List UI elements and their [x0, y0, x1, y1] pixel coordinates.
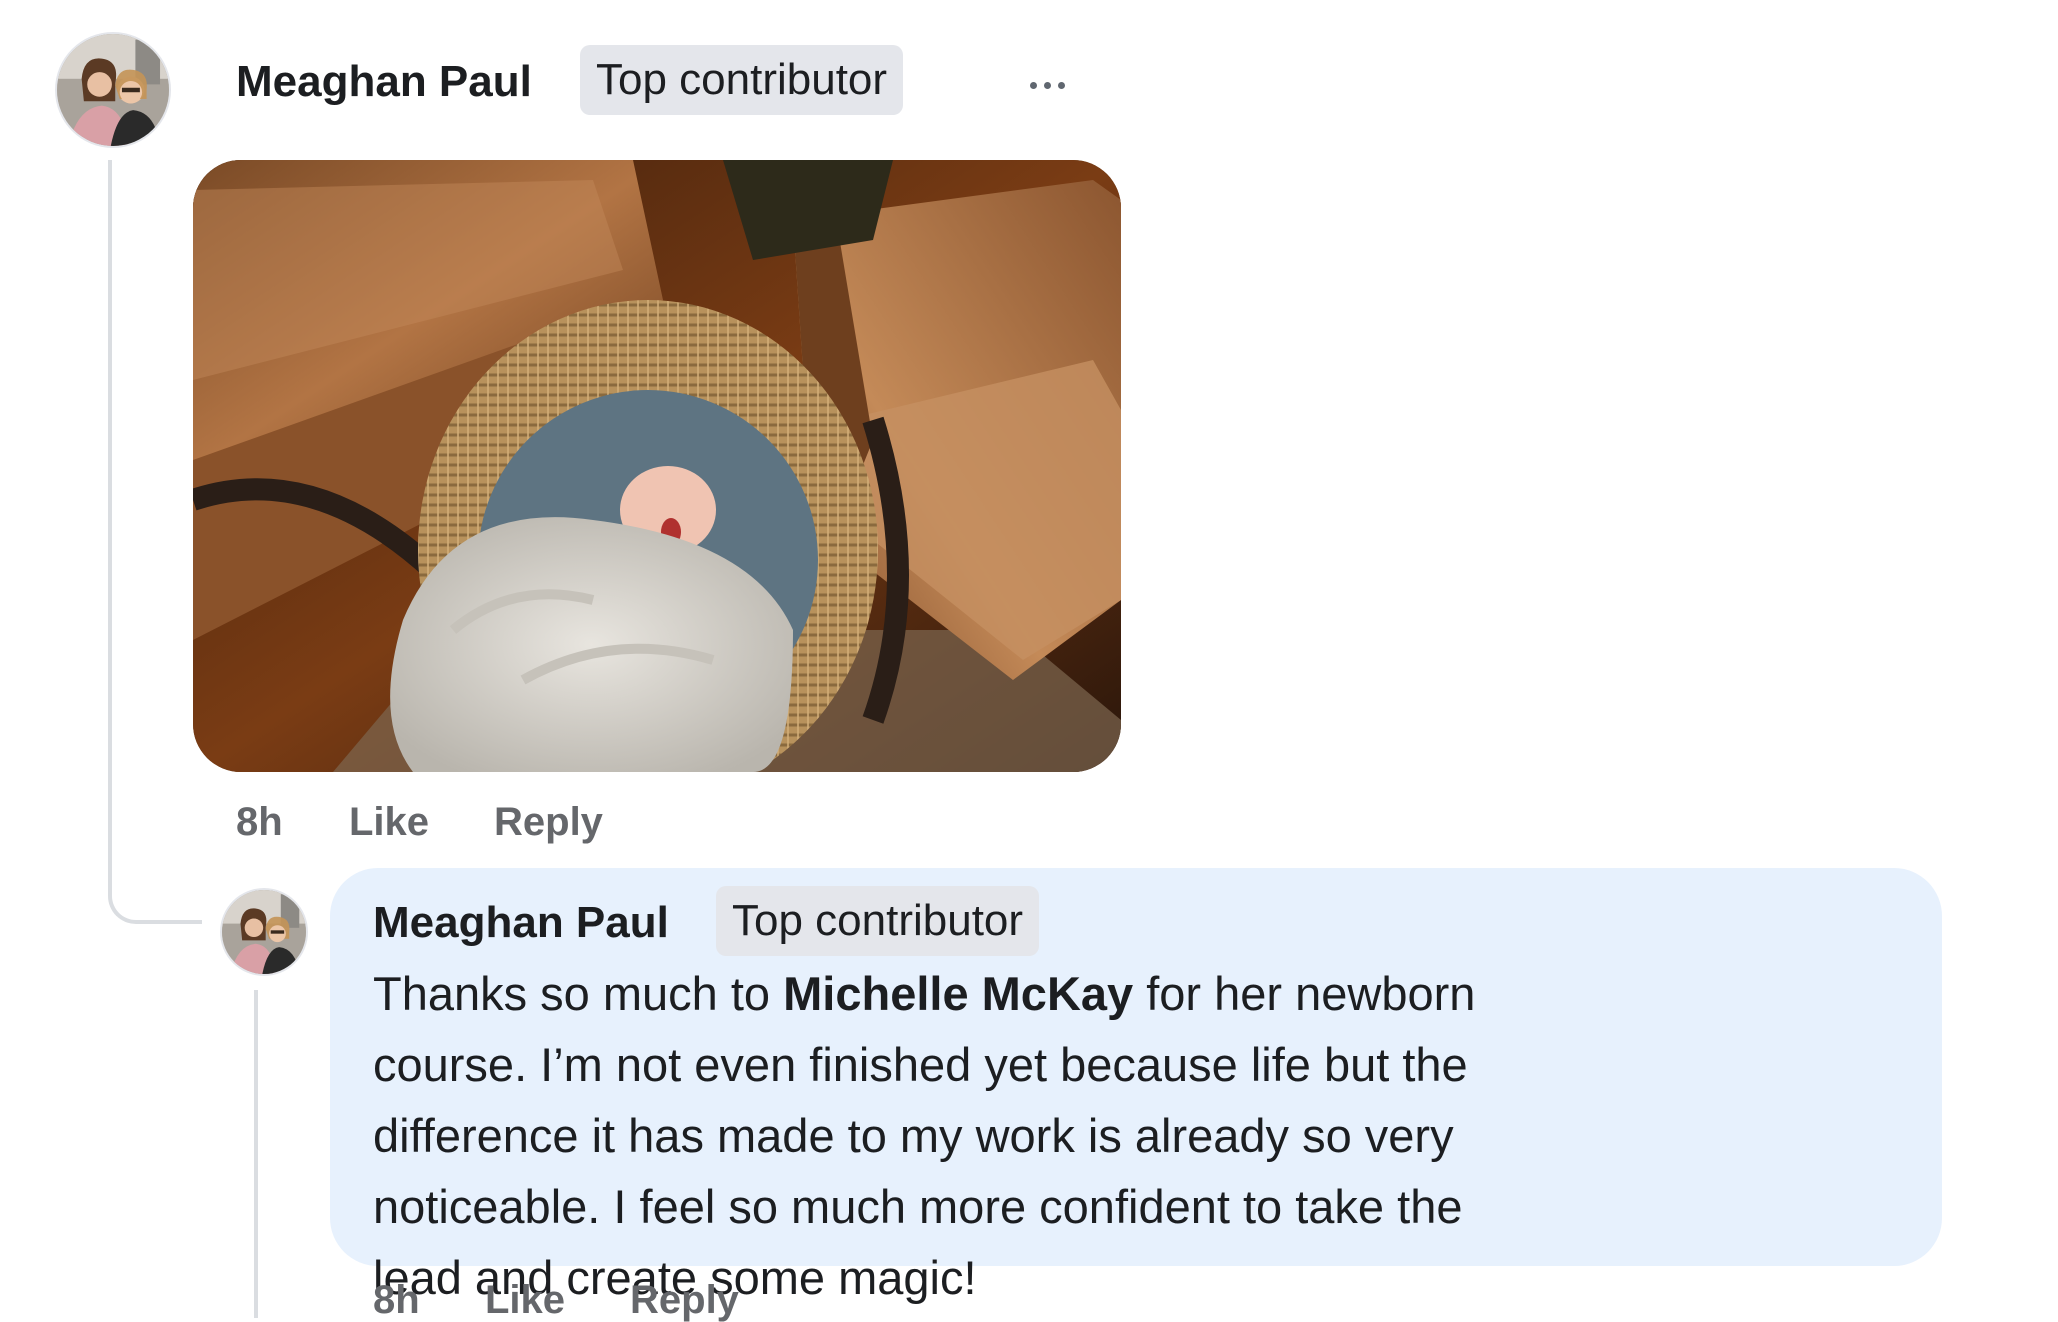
more-horizontal-icon — [1044, 81, 1051, 89]
reply-author-name[interactable]: Meaghan Paul — [373, 897, 669, 949]
reply-reply-button[interactable]: Reply — [630, 1280, 739, 1320]
more-options-button[interactable] — [1030, 80, 1065, 90]
more-horizontal-icon — [1058, 81, 1065, 89]
top-contributor-badge: Top contributor — [580, 45, 904, 115]
top-contributor-badge: Top contributor — [716, 886, 1040, 956]
comment-photo[interactable] — [193, 160, 1121, 772]
reply-body-text: Thanks so much to Michelle McKay for her… — [373, 958, 1543, 1313]
like-button[interactable]: Like — [349, 798, 429, 846]
baby-basket-image — [193, 160, 1121, 772]
more-horizontal-icon — [1030, 81, 1037, 89]
reply-avatar[interactable] — [222, 890, 306, 974]
avatar-photo — [57, 34, 169, 146]
comment-timestamp[interactable]: 8h — [236, 798, 283, 846]
reply-button[interactable]: Reply — [494, 798, 603, 846]
comment-author-name[interactable]: Meaghan Paul — [236, 56, 532, 108]
avatar[interactable] — [57, 34, 169, 146]
reply-timestamp[interactable]: 8h — [373, 1280, 420, 1320]
reply-thread-line — [254, 990, 258, 1318]
reply-like-button[interactable]: Like — [485, 1280, 565, 1320]
reply-text-before: Thanks so much to — [373, 967, 784, 1020]
thread-connector-line — [108, 160, 202, 924]
mention-link[interactable]: Michelle McKay — [783, 967, 1133, 1020]
avatar-photo — [222, 890, 306, 974]
